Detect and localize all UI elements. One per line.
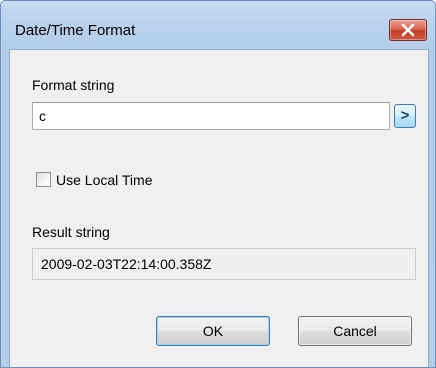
close-icon (401, 23, 415, 37)
use-local-time-checkbox[interactable] (36, 172, 51, 187)
ok-button[interactable]: OK (156, 316, 270, 346)
result-string-field: 2009-02-03T22:14:00.358Z (32, 248, 416, 280)
dialog-window: Date/Time Format Format string c > Use L… (0, 0, 436, 368)
format-string-label: Format string (32, 77, 115, 93)
dialog-content: Format string c > Use Local Time Result … (9, 49, 429, 367)
use-local-time-label[interactable]: Use Local Time (56, 172, 152, 188)
title-bar[interactable]: Date/Time Format (1, 1, 435, 49)
format-string-input[interactable]: c (32, 102, 390, 130)
apply-format-button[interactable]: > (394, 104, 416, 128)
result-string-label: Result string (32, 224, 110, 240)
close-button[interactable] (389, 19, 427, 41)
cancel-button[interactable]: Cancel (298, 316, 412, 346)
window-title: Date/Time Format (15, 22, 136, 39)
